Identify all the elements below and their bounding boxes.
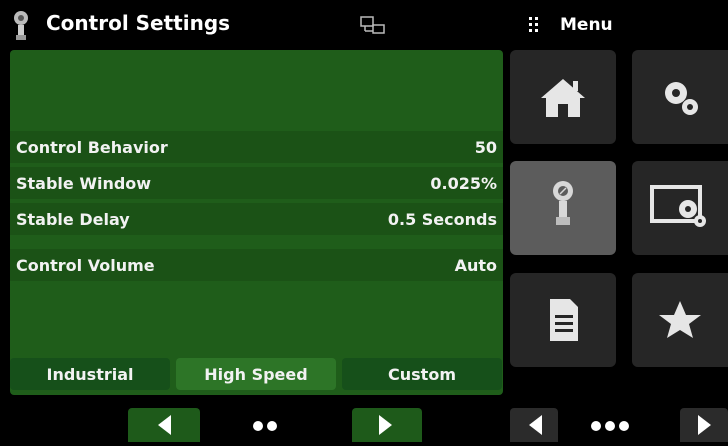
menu-prev-button[interactable] <box>510 408 558 442</box>
preset-tab-industrial[interactable]: Industrial <box>10 358 170 390</box>
menu-next-button[interactable] <box>680 408 728 442</box>
menu-page-indicator <box>587 418 639 432</box>
grip-icon <box>529 17 538 32</box>
menu-tile-settings[interactable] <box>632 50 728 144</box>
setting-value: 0.025% <box>430 173 497 193</box>
menu-tile-home[interactable] <box>510 50 616 144</box>
setting-value: Auto <box>454 255 497 275</box>
setting-value: 50 <box>474 137 497 157</box>
page-dots-icon <box>253 421 277 431</box>
menu-title: Menu <box>560 15 613 35</box>
setting-label: Stable Window <box>16 173 152 193</box>
arrow-left-icon <box>529 415 542 435</box>
page-dots-icon <box>591 421 629 431</box>
controller-icon <box>553 181 573 225</box>
setting-value: 0.5 Seconds <box>387 209 497 229</box>
arrow-right-icon <box>379 415 392 435</box>
display-settings-icon <box>650 185 706 227</box>
page-title: Control Settings <box>46 11 231 35</box>
setting-label: Control Volume <box>16 255 155 275</box>
preset-tab-label: Custom <box>388 364 456 384</box>
setting-row-stable-delay[interactable]: Stable Delay 0.5 Seconds <box>10 203 503 235</box>
setting-row-control-behavior[interactable]: Control Behavior 50 <box>10 131 503 163</box>
preset-tab-custom[interactable]: Custom <box>342 358 502 390</box>
star-icon <box>659 301 701 338</box>
pressure-gauge-icon <box>14 11 28 40</box>
setting-row-control-volume[interactable]: Control Volume Auto <box>10 249 503 281</box>
next-page-button[interactable] <box>352 408 422 442</box>
settings-gears-icon <box>665 82 698 115</box>
menu-tile-favorites[interactable] <box>632 273 728 367</box>
setting-row-stable-window[interactable]: Stable Window 0.025% <box>10 167 503 199</box>
network-icon <box>360 16 385 34</box>
prev-page-button[interactable] <box>128 408 200 442</box>
menu-tile-control[interactable] <box>510 161 616 255</box>
document-icon <box>550 299 578 341</box>
menu-tile-display-settings[interactable] <box>632 161 728 255</box>
page-indicator <box>248 418 284 432</box>
setting-label: Stable Delay <box>16 209 130 229</box>
setting-label: Control Behavior <box>16 137 168 157</box>
preset-tab-label: Industrial <box>46 364 134 384</box>
preset-tab-high-speed[interactable]: High Speed <box>176 358 336 390</box>
menu-tile-document[interactable] <box>510 273 616 367</box>
arrow-right-icon <box>698 415 711 435</box>
preset-tab-label: High Speed <box>204 364 308 384</box>
home-icon <box>541 79 585 117</box>
arrow-left-icon <box>158 415 171 435</box>
